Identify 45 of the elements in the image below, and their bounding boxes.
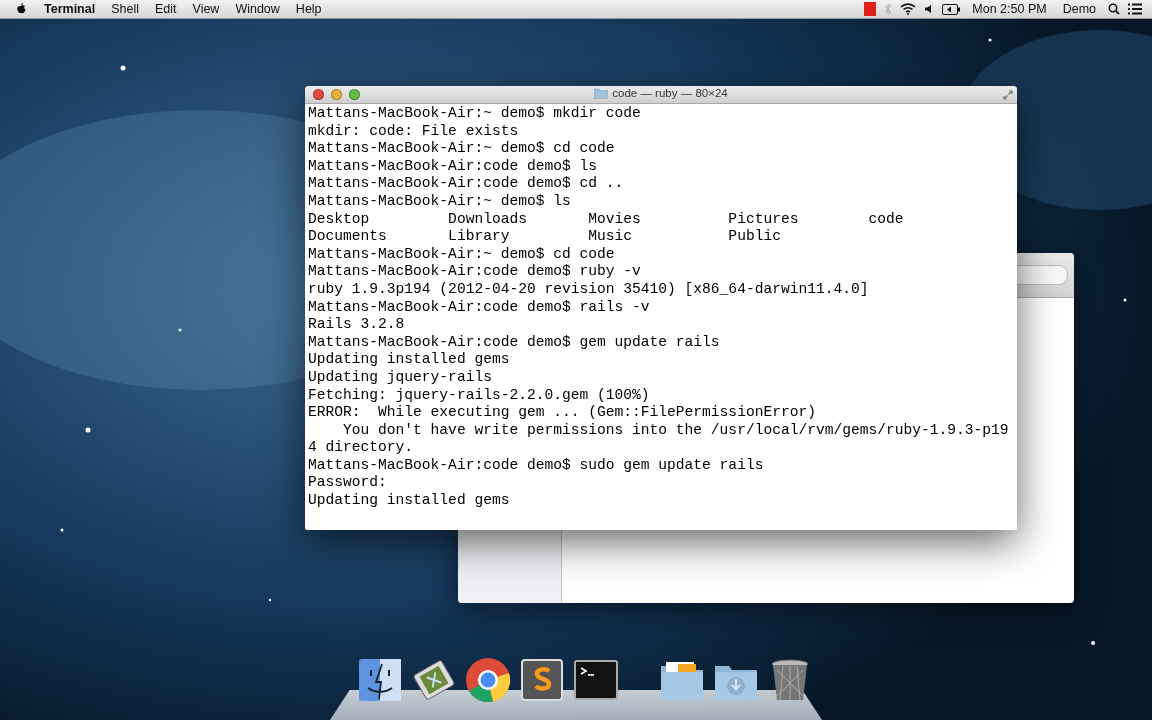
terminal-line: ruby 1.9.3p194 (2012-04-20 revision 35410) [x86_64-darwin11.4.0]	[308, 280, 869, 299]
terminal-line: Rails 3.2.8	[308, 316, 405, 334]
user-name[interactable]: Demo	[1058, 2, 1100, 16]
close-button[interactable]	[313, 89, 324, 100]
terminal-line: Updating installed gems	[308, 492, 510, 510]
minimize-button[interactable]	[331, 89, 342, 100]
clock[interactable]: Mon 2:50 PM	[968, 2, 1051, 16]
apple-icon[interactable]	[14, 2, 28, 16]
terminal-line: Mattans-MacBook-Air:~ demo$ cd code	[308, 140, 615, 158]
menu-item[interactable]: Help	[287, 2, 330, 16]
terminal-line: mkdir: code: File exists	[308, 122, 519, 141]
terminal-line: Desktop Downloads Movies Pictures code	[308, 210, 904, 229]
terminal-line: Mattans-MacBook-Air:~ demo$ cd code	[308, 245, 615, 264]
chrome-icon[interactable]	[464, 656, 512, 704]
fullscreen-icon[interactable]	[1003, 89, 1013, 100]
terminal-line: Password:	[308, 474, 387, 493]
app-menu[interactable]: Terminal	[36, 2, 104, 16]
terminal-line: Documents Library Music Public	[308, 228, 781, 246]
wifi-icon[interactable]	[900, 3, 917, 15]
list-icon[interactable]	[1128, 3, 1142, 15]
terminal-line: Updating jquery-rails	[308, 368, 492, 387]
terminal-line: Mattans-MacBook-Air:code demo$ rails -v	[308, 298, 650, 317]
terminal-line: Fetching: jquery-rails-2.2.0.gem (100%)	[308, 386, 650, 405]
menu-item[interactable]: Window	[227, 2, 288, 16]
terminal-line: Mattans-MacBook-Air:code demo$ sudo gem update rails	[308, 456, 764, 475]
terminal-line: Mattans-MacBook-Air:~ demo$ mkdir code	[308, 105, 641, 123]
terminal-line: Mattans-MacBook-Air:code demo$ ruby -v	[308, 263, 641, 281]
terminal-line: 4 directory.	[308, 439, 414, 457]
terminal-line: Mattans-MacBook-Air:code demo$ ls	[308, 157, 597, 176]
window-title: code — ruby — 80×24	[612, 87, 728, 99]
battery-icon[interactable]	[942, 3, 961, 15]
finder-icon[interactable]	[356, 656, 404, 704]
terminal-line: Mattans-MacBook-Air:code demo$ cd ..	[308, 175, 624, 193]
terminal-line: Mattans-MacBook-Air:~ demo$ ls	[308, 192, 571, 211]
zoom-button[interactable]	[349, 89, 360, 100]
terminal-line: Mattans-MacBook-Air:code demo$ gem update rails	[308, 333, 720, 352]
menu-item[interactable]: Edit	[146, 2, 185, 16]
terminal-line: Updating installed gems	[308, 351, 510, 369]
sublime-icon[interactable]	[518, 656, 566, 704]
menu-item[interactable]: View	[184, 2, 228, 16]
menu-item[interactable]: Shell	[103, 2, 147, 16]
terminal-line: You don't have write permissions into the /usr/local/rvm/gems/ruby-1.9.3-p19	[342, 421, 1009, 440]
terminal-line: ERROR: While executing gem ... (Gem::FilePermissionError)	[308, 404, 816, 422]
folder-icon	[594, 87, 609, 99]
search-icon[interactable]	[1108, 3, 1120, 15]
